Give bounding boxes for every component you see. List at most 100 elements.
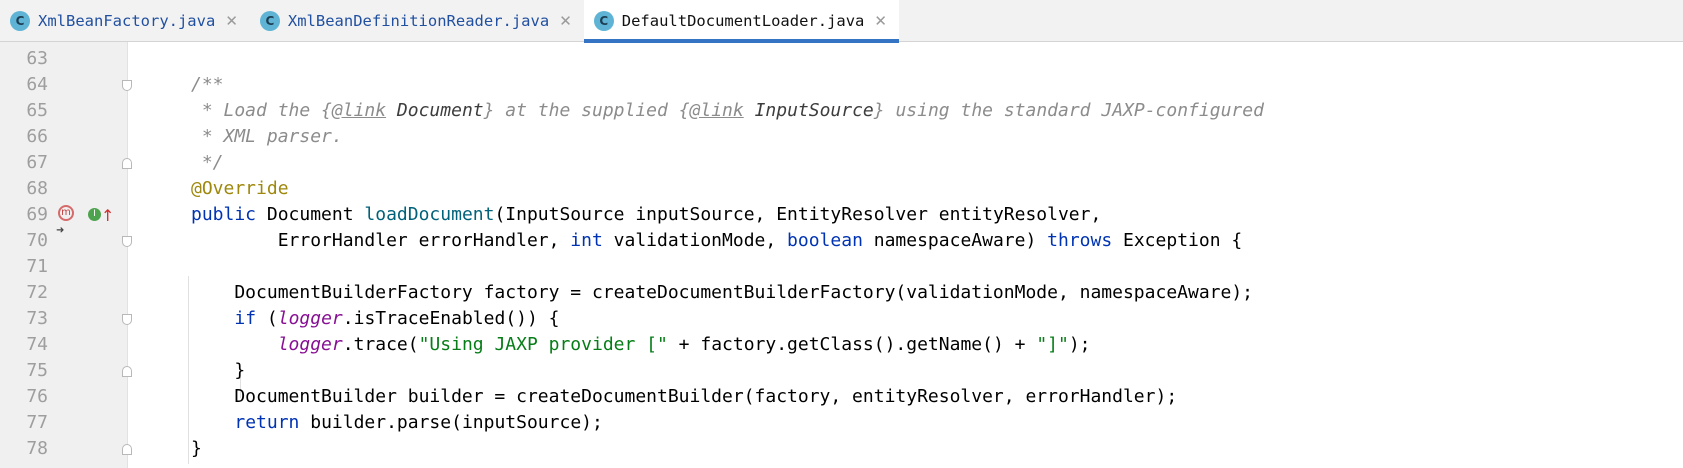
- code-text: * Load the {@link Document} at the suppl…: [191, 98, 1264, 124]
- code-token: (: [256, 308, 278, 329]
- line-number: 76: [26, 386, 48, 407]
- code-text: }: [191, 358, 245, 384]
- code-token: InputSource: [754, 100, 874, 121]
- code-token: DocumentBuilder builder = createDocument…: [191, 386, 1178, 407]
- code-line[interactable]: 73 if (logger.isTraceEnabled()) {: [0, 306, 1683, 332]
- class-icon: C: [10, 11, 30, 31]
- code-line[interactable]: 64 /**: [0, 72, 1683, 98]
- class-icon: C: [593, 11, 614, 31]
- code-line[interactable]: 72 DocumentBuilderFactory factory = crea…: [0, 280, 1683, 306]
- line-number: 66: [26, 126, 48, 147]
- code-line[interactable]: 66 * XML parser.: [0, 124, 1683, 150]
- code-line[interactable]: 63: [0, 46, 1683, 72]
- code-token: /**: [191, 74, 224, 95]
- code-token: "Using JAXP provider [": [418, 334, 668, 355]
- line-number: 70: [26, 230, 48, 251]
- code-token: }: [191, 438, 202, 459]
- code-token: throws: [1047, 230, 1113, 251]
- code-token: "]": [1036, 334, 1069, 355]
- code-line[interactable]: 65 * Load the {@link Document} at the su…: [0, 98, 1683, 124]
- code-token: .isTraceEnabled()) {: [342, 308, 560, 329]
- fold-marker-icon[interactable]: [122, 80, 132, 91]
- code-token: logger: [277, 334, 343, 355]
- tab-label: DefaultDocumentLoader.java: [621, 12, 865, 30]
- code-token: @link: [689, 100, 744, 121]
- code-token: ErrorHandler errorHandler,: [191, 230, 571, 251]
- fold-marker-icon[interactable]: [122, 158, 132, 169]
- fold-marker-icon[interactable]: [122, 444, 132, 455]
- tab-xml-bean-definition-reader[interactable]: C XmlBeanDefinitionReader.java ✕: [250, 0, 584, 42]
- code-token: if: [234, 308, 257, 329]
- code-token: Document: [256, 204, 365, 225]
- code-line[interactable]: 71: [0, 254, 1683, 280]
- editor-tab-bar: C XmlBeanFactory.java ✕ C XmlBeanDefinit…: [0, 0, 1683, 43]
- line-number: 68: [26, 178, 48, 199]
- code-text: }: [191, 436, 202, 462]
- code-token: (InputSource inputSource, EntityResolver…: [494, 204, 1102, 225]
- code-text: /**: [191, 72, 224, 98]
- code-token: + factory.getClass().getName() +: [667, 334, 1037, 355]
- code-token: return: [234, 412, 300, 433]
- code-text: * XML parser.: [191, 124, 343, 150]
- line-number: 75: [26, 360, 48, 381]
- tab-label: XmlBeanFactory.java: [38, 12, 216, 30]
- code-token: logger: [277, 308, 343, 329]
- code-text: DocumentBuilderFactory factory = createD…: [191, 280, 1253, 306]
- tab-label: XmlBeanDefinitionReader.java: [287, 12, 550, 30]
- code-token: .trace(: [342, 334, 419, 355]
- code-token: }: [191, 360, 246, 381]
- arrow-up-icon: ↑: [101, 206, 115, 225]
- code-line[interactable]: 76 DocumentBuilder builder = createDocum…: [0, 384, 1683, 410]
- tab-default-document-loader[interactable]: C DefaultDocumentLoader.java ✕: [583, 0, 900, 43]
- code-token: int: [570, 230, 603, 251]
- code-line[interactable]: 69 m ➜ I ↑ public Document loadDocument(Input…: [0, 202, 1683, 236]
- code-token: );: [1068, 334, 1091, 355]
- fold-marker-icon[interactable]: [122, 314, 132, 325]
- line-number: 64: [26, 74, 48, 95]
- code-token: DocumentBuilderFactory factory = createD…: [191, 282, 1254, 303]
- close-icon[interactable]: ✕: [559, 13, 572, 29]
- code-text: public Document loadDocument(InputSource…: [191, 202, 1101, 228]
- line-number: 71: [26, 256, 48, 277]
- line-number: 73: [26, 308, 48, 329]
- fold-marker-icon[interactable]: [122, 366, 132, 377]
- line-number: 78: [26, 438, 48, 459]
- implements-interface-icon[interactable]: I: [88, 208, 101, 221]
- line-number: 74: [26, 334, 48, 355]
- code-editor[interactable]: 63 64 /** 65 * Load the {@link Document} at…: [0, 42, 1683, 468]
- code-line[interactable]: 75 }: [0, 358, 1683, 384]
- tab-xml-bean-factory[interactable]: C XmlBeanFactory.java ✕: [0, 0, 250, 42]
- code-text: ErrorHandler errorHandler, int validatio…: [191, 228, 1243, 254]
- code-line[interactable]: 67 */: [0, 150, 1683, 176]
- line-number: 77: [26, 412, 48, 433]
- code-line[interactable]: 77 return builder.parse(inputSource);: [0, 410, 1683, 436]
- code-text: logger.trace("Using JAXP provider [" + f…: [191, 332, 1091, 358]
- code-token: public: [191, 204, 257, 225]
- close-icon[interactable]: ✕: [874, 13, 887, 29]
- code-line[interactable]: 70 ErrorHandler errorHandler, int valida…: [0, 228, 1683, 254]
- code-token: loadDocument: [364, 204, 495, 225]
- line-number: 65: [26, 100, 48, 121]
- code-token: validationMode,: [602, 230, 788, 251]
- fold-marker-icon[interactable]: [122, 236, 132, 247]
- code-line[interactable]: 78}: [0, 436, 1683, 462]
- code-token: boolean: [787, 230, 863, 251]
- code-line[interactable]: 68 @Override: [0, 176, 1683, 202]
- code-token: @Override: [191, 178, 289, 199]
- code-text: return builder.parse(inputSource);: [191, 410, 602, 436]
- code-token: */: [191, 152, 224, 173]
- line-number: 67: [26, 152, 48, 173]
- class-icon: C: [259, 11, 280, 31]
- code-token: @link: [331, 100, 387, 121]
- close-icon[interactable]: ✕: [225, 13, 238, 29]
- code-token: } at the supplied {: [483, 100, 690, 121]
- code-line[interactable]: 74 logger.trace("Using JAXP provider [" …: [0, 332, 1683, 358]
- code-token: Exception {: [1112, 230, 1243, 251]
- code-text: */: [191, 150, 224, 176]
- code-token: * XML parser.: [191, 126, 343, 147]
- code-text: DocumentBuilder builder = createDocument…: [191, 384, 1177, 410]
